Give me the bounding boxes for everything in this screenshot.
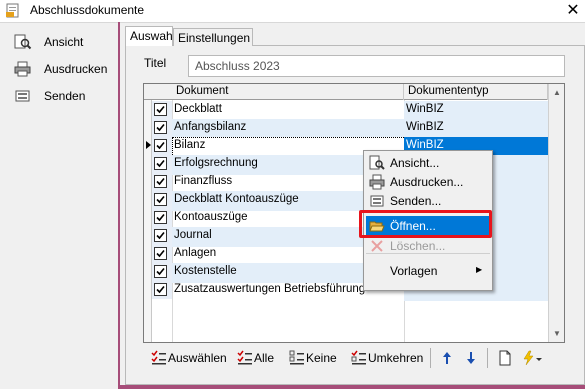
menu-item-label: Ansicht... [390, 156, 440, 170]
sidebar-divider [118, 22, 120, 389]
tab-einstellungen[interactable]: Einstellungen [173, 28, 253, 46]
row-checkbox[interactable] [154, 193, 167, 206]
select-button-label: Auswählen [168, 351, 227, 365]
menu-item-label: Löschen... [390, 239, 446, 253]
annotation-highlight-box [359, 210, 492, 238]
preview-icon [369, 155, 385, 171]
document-app-icon [6, 3, 20, 18]
new-document-icon [497, 350, 513, 366]
row-checkbox[interactable] [154, 229, 167, 242]
select-none-button[interactable]: Keine [289, 348, 339, 368]
preview-icon [14, 34, 32, 50]
checklist-invert-icon [351, 350, 367, 366]
invert-selection-button[interactable]: Umkehren [351, 348, 424, 368]
checkbox-cell [152, 263, 172, 281]
menu-item-label: Senden... [390, 194, 442, 208]
select-none-label: Keine [306, 351, 337, 365]
grid-toolbar: Auswählen Alle Keine Umkehren [143, 346, 565, 370]
cell-dokumententyp[interactable]: WinBIZ [404, 101, 550, 121]
checkbox-cell [152, 245, 172, 263]
row-checkbox[interactable] [154, 157, 167, 170]
lightning-icon [521, 350, 542, 366]
checkbox-cell [152, 191, 172, 209]
document-grid[interactable]: Dokument Dokumententyp Deckblatt WinBIZ An… [143, 83, 565, 343]
checklist-all-icon [237, 350, 253, 366]
table-row[interactable]: Anfangsbilanz WinBIZ [144, 119, 550, 139]
checkbox-cell [152, 173, 172, 191]
row-checkbox[interactable] [154, 121, 167, 134]
scroll-up-arrow-icon[interactable]: ▲ [549, 84, 564, 101]
window-title: Abschlussdokumente [30, 3, 145, 17]
checkbox-cell [152, 137, 172, 155]
row-checkbox[interactable] [154, 247, 167, 260]
menu-item-ausdrucken[interactable]: Ausdrucken... [366, 172, 490, 192]
cell-dokument[interactable]: Deckblatt [172, 101, 406, 121]
sidebar-item-label: Senden [44, 89, 86, 103]
checklist-none-icon [289, 350, 305, 366]
arrow-up-icon [439, 350, 455, 366]
menu-item-ansicht[interactable]: Ansicht... [366, 153, 490, 173]
grid-header: Dokument Dokumententyp [144, 84, 548, 100]
select-all-button[interactable]: Alle [237, 348, 277, 368]
column-header-dokumententyp[interactable]: Dokumententyp [404, 84, 548, 100]
menu-item-label: Vorlagen [390, 264, 438, 278]
menu-item-vorlagen[interactable]: Vorlagen ▶ [366, 261, 490, 281]
checkbox-cell [152, 281, 172, 299]
checkbox-cell [152, 209, 172, 227]
move-up-button[interactable] [439, 348, 455, 368]
row-checkbox[interactable] [154, 139, 167, 152]
select-all-label: Alle [254, 351, 275, 365]
select-button[interactable]: Auswählen [151, 348, 227, 368]
tab-auswahl[interactable]: Auswahl [125, 26, 175, 46]
row-checkbox[interactable] [154, 103, 167, 116]
delete-icon [369, 238, 385, 254]
toolbar-separator [430, 348, 431, 368]
menu-separator [366, 253, 490, 254]
scroll-down-arrow-icon[interactable]: ▼ [549, 325, 564, 342]
arrow-down-icon [463, 350, 479, 366]
checkbox-cell [152, 101, 172, 119]
send-icon [14, 88, 32, 104]
invert-selection-label: Umkehren [368, 351, 424, 365]
row-checkbox[interactable] [154, 211, 167, 224]
cell-dokument[interactable]: Anfangsbilanz [172, 119, 406, 139]
sidebar-item-label: Ausdrucken [44, 62, 108, 76]
checklist-icon [151, 350, 167, 366]
checkbox-cell [152, 119, 172, 137]
row-checkbox[interactable] [154, 265, 167, 278]
printer-icon [14, 61, 32, 77]
checkbox-cell [152, 155, 172, 173]
table-row[interactable]: Deckblatt WinBIZ [144, 101, 550, 121]
bottom-border [118, 385, 585, 389]
send-icon [369, 193, 385, 209]
submenu-arrow-icon: ▶ [476, 265, 483, 274]
toolbar-separator [487, 348, 488, 368]
row-checkbox[interactable] [154, 283, 167, 296]
titel-label: Titel [144, 56, 167, 70]
row-checkbox[interactable] [154, 175, 167, 188]
actions-dropdown-button[interactable] [521, 348, 543, 368]
current-row-marker-icon [146, 141, 151, 149]
titel-input[interactable]: Abschluss 2023 [188, 55, 565, 77]
move-down-button[interactable] [463, 348, 479, 368]
menu-item-senden[interactable]: Senden... [366, 191, 490, 211]
printer-icon [369, 174, 385, 190]
checkbox-cell [152, 227, 172, 245]
menu-item-label: Ausdrucken... [390, 175, 464, 189]
vertical-scrollbar[interactable]: ▲ ▼ [548, 84, 564, 342]
column-header-dokument[interactable]: Dokument [172, 84, 404, 100]
cell-dokumententyp[interactable]: WinBIZ [404, 119, 550, 139]
new-document-button[interactable] [497, 348, 513, 368]
sidebar-item-label: Ansicht [44, 35, 84, 49]
close-window-button[interactable]: ✕ [564, 2, 582, 20]
title-bar: Abschlussdokumente ✕ [0, 0, 585, 22]
